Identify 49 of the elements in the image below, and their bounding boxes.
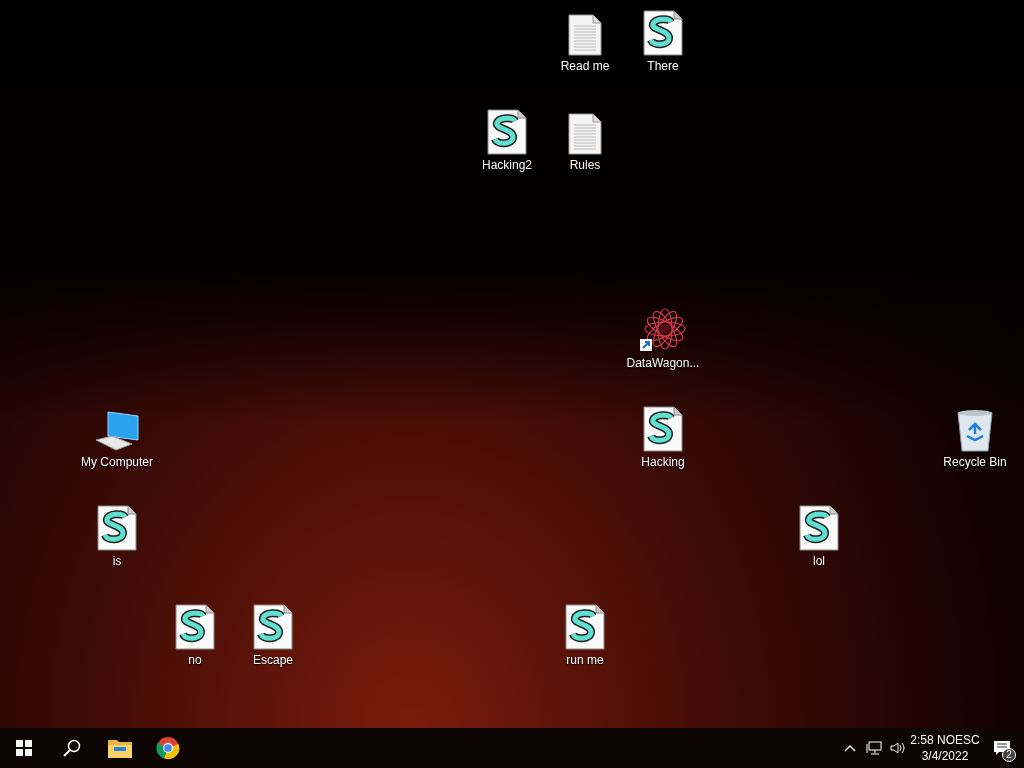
- desktop-icon[interactable]: There: [624, 8, 702, 80]
- desktop-icon[interactable]: no: [156, 602, 234, 674]
- script-file-icon: [175, 604, 215, 650]
- script-file-icon: [799, 505, 839, 551]
- icon-label: lol: [813, 554, 825, 569]
- icon-label: Escape: [253, 653, 293, 668]
- computer-icon: [94, 410, 140, 452]
- desktop-icon[interactable]: Hacking: [624, 404, 702, 476]
- icon-label: There: [647, 59, 679, 74]
- chevron-up-icon: [844, 744, 856, 752]
- script-file-icon: [643, 406, 683, 452]
- desktop-icon[interactable]: run me: [546, 602, 624, 674]
- clock-button[interactable]: 2:58 NOESC 3/4/2022: [910, 728, 980, 768]
- script-file-icon: [565, 604, 605, 650]
- notification-button[interactable]: 2: [980, 728, 1024, 768]
- icon-label: run me: [566, 653, 604, 668]
- icon-label: no: [188, 653, 202, 668]
- windows-logo-icon: [16, 740, 32, 756]
- icon-label: Recycle Bin: [943, 455, 1007, 470]
- desktop-icon[interactable]: Escape: [234, 602, 312, 674]
- desktop-icon[interactable]: My Computer: [78, 404, 156, 476]
- network-icon: [866, 741, 882, 755]
- desktop-icon[interactable]: lol: [780, 503, 858, 575]
- desktop-icon[interactable]: Hacking2: [468, 107, 546, 179]
- script-file-icon: [643, 10, 683, 56]
- icon-label: My Computer: [81, 455, 153, 470]
- icon-label: Read me: [560, 59, 610, 74]
- desktop-icon[interactable]: Recycle Bin: [936, 404, 1014, 476]
- script-file-icon: [97, 505, 137, 551]
- folder-icon: [108, 738, 132, 758]
- speaker-icon: [890, 741, 906, 755]
- browser-icon: [156, 736, 180, 760]
- desktop-icon[interactable]: Read me: [546, 8, 624, 80]
- search-icon: [63, 739, 81, 757]
- script-file-icon: [253, 604, 293, 650]
- script-file-icon: [487, 109, 527, 155]
- icon-label: Hacking: [641, 455, 685, 470]
- desktop-icon[interactable]: is: [78, 503, 156, 575]
- text-file-icon: [568, 113, 602, 155]
- star-shortcut-icon: [639, 307, 687, 353]
- icon-label: is: [112, 554, 122, 569]
- icon-label: Rules: [569, 158, 601, 173]
- recycle-bin-icon: [955, 408, 995, 452]
- icon-label: Hacking2: [482, 158, 532, 173]
- icon-label: DataWagon...: [626, 356, 700, 371]
- desktop-icon[interactable]: Rules: [546, 107, 624, 179]
- text-file-icon: [568, 14, 602, 56]
- desktop-icon[interactable]: DataWagon...: [624, 305, 702, 377]
- notification-badge: 2: [1002, 748, 1016, 762]
